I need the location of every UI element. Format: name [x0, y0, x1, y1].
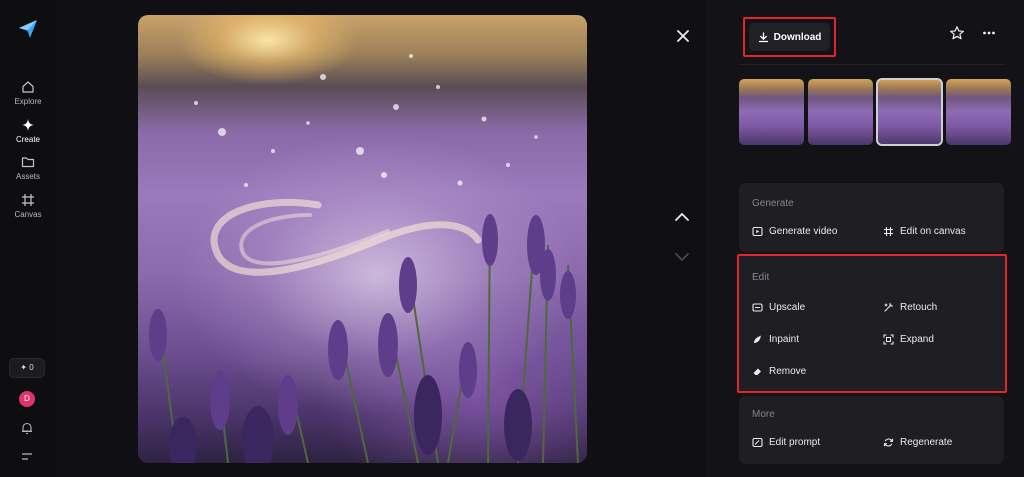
- download-label: Download: [773, 31, 822, 43]
- bell-icon[interactable]: [20, 421, 34, 435]
- canvas-icon: [22, 194, 34, 206]
- upscale-button[interactable]: Upscale: [752, 302, 805, 313]
- close-icon[interactable]: [674, 27, 692, 45]
- edit-on-canvas-button[interactable]: Edit on canvas: [883, 226, 966, 237]
- sidebar: Explore Create Assets Canvas ✦ 0 D: [0, 0, 56, 477]
- eraser-icon: [753, 368, 761, 375]
- generate-title: Generate: [752, 198, 794, 209]
- expand-button[interactable]: Expand: [883, 334, 934, 345]
- download-button[interactable]: Download: [749, 23, 830, 51]
- thumbnail-1[interactable]: [739, 79, 804, 145]
- thumbnail-2[interactable]: [808, 79, 873, 145]
- nav-explore-label: Explore: [14, 97, 42, 106]
- video-icon: [752, 226, 763, 237]
- expand-icon: [883, 334, 894, 345]
- folder-icon: [21, 157, 35, 168]
- upscale-label: Upscale: [769, 302, 806, 313]
- expand-label: Expand: [900, 334, 934, 345]
- nav-explore[interactable]: Explore: [0, 80, 56, 106]
- inpaint-icon: [754, 335, 761, 343]
- nav-canvas-label: Canvas: [14, 210, 42, 219]
- edit-prompt-icon: [752, 437, 763, 448]
- nav-assets[interactable]: Assets: [0, 155, 56, 181]
- more-title: More: [752, 409, 775, 420]
- regenerate-button[interactable]: Regenerate: [883, 437, 952, 448]
- canvas-icon: [884, 227, 893, 236]
- download-button-highlight: Download: [743, 17, 836, 57]
- logo-icon[interactable]: [17, 18, 39, 40]
- thumbnail-3[interactable]: [876, 78, 943, 146]
- more-section: More Edit prompt Regenerate: [739, 396, 1004, 464]
- edit-title: Edit: [752, 272, 770, 283]
- more-options-icon[interactable]: [982, 27, 996, 39]
- regenerate-icon: [883, 438, 894, 447]
- inpaint-label: Inpaint: [769, 334, 800, 345]
- generate-section: Generate Generate video Edit on canvas: [739, 183, 1004, 252]
- avatar[interactable]: D: [19, 391, 35, 407]
- menu-icon[interactable]: [21, 452, 33, 462]
- retouch-button[interactable]: Retouch: [883, 302, 937, 313]
- lavender-field-art: [149, 54, 579, 463]
- image-viewer: [56, 0, 706, 477]
- nav-canvas[interactable]: Canvas: [0, 193, 56, 219]
- edit-section: Edit Upscale Retouch Inpaint Expand Remo…: [737, 254, 1007, 393]
- regenerate-label: Regenerate: [900, 437, 953, 448]
- generate-video-button[interactable]: Generate video: [752, 226, 837, 237]
- details-panel: Download Generate Generate video Edit on…: [706, 0, 1024, 477]
- divider: [740, 64, 1004, 65]
- credits-badge[interactable]: ✦ 0: [9, 358, 45, 378]
- generate-video-label: Generate video: [769, 226, 838, 237]
- sparkle-icon: [22, 119, 34, 131]
- edit-prompt-label: Edit prompt: [769, 437, 821, 448]
- remove-label: Remove: [769, 366, 807, 377]
- chevron-up-icon[interactable]: [673, 210, 691, 224]
- nav-create-label: Create: [15, 135, 40, 144]
- edit-on-canvas-label: Edit on canvas: [900, 226, 966, 237]
- download-icon: [758, 31, 768, 42]
- retouch-icon: [884, 302, 894, 312]
- inpaint-button[interactable]: Inpaint: [752, 334, 799, 345]
- nav-assets-label: Assets: [15, 172, 40, 181]
- remove-button[interactable]: Remove: [752, 366, 806, 377]
- home-icon: [22, 81, 34, 93]
- edit-prompt-button[interactable]: Edit prompt: [752, 437, 820, 448]
- chevron-down-icon[interactable]: [673, 250, 691, 264]
- upscale-icon: [752, 303, 763, 312]
- retouch-label: Retouch: [900, 302, 938, 313]
- thumbnail-4[interactable]: [946, 79, 1011, 145]
- variation-thumbnails: [739, 78, 1011, 146]
- generated-image[interactable]: [138, 15, 587, 463]
- credits-count: 0: [29, 363, 34, 372]
- credits-sparkle-icon: ✦: [20, 363, 27, 372]
- star-icon[interactable]: [949, 25, 965, 41]
- nav-create[interactable]: Create: [0, 118, 56, 144]
